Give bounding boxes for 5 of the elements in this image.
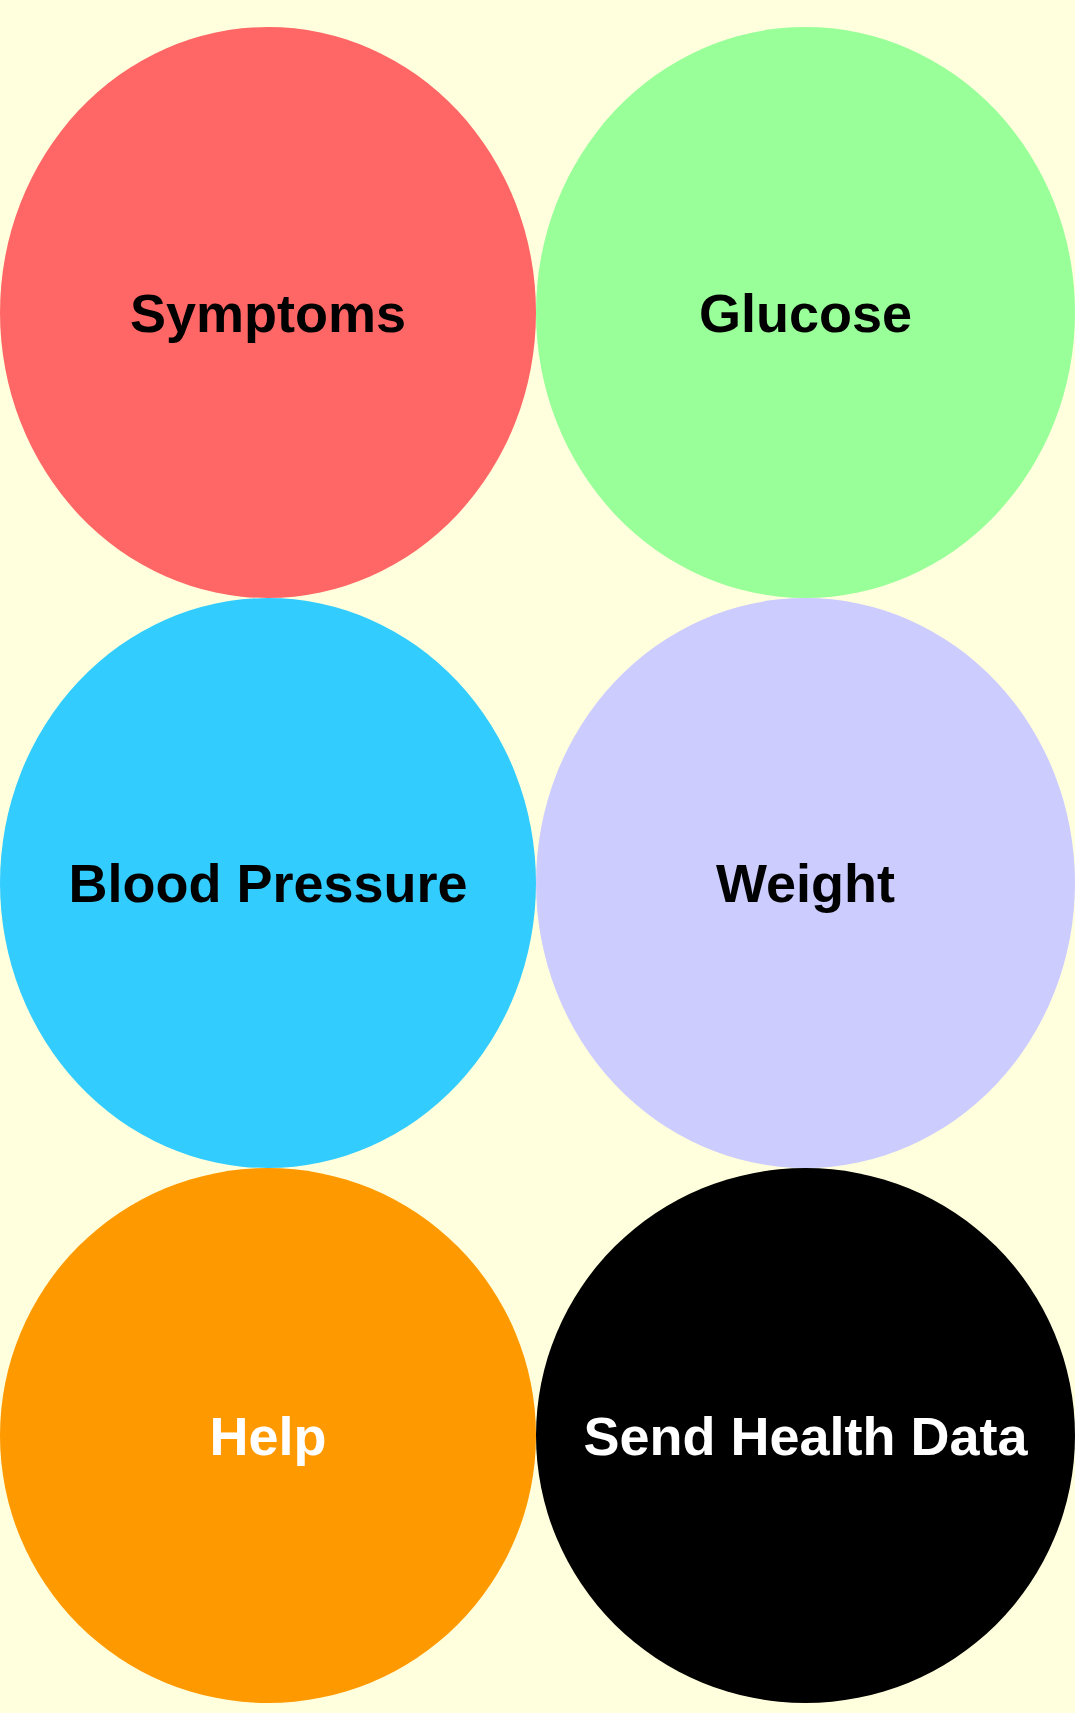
- category-button[interactable]: Symptoms: [0, 27, 536, 598]
- category-button[interactable]: Blood Pressure: [0, 598, 536, 1168]
- action-button[interactable]: Send Health Data: [536, 1168, 1075, 1703]
- category-button[interactable]: Weight: [536, 598, 1075, 1168]
- category-button[interactable]: Glucose: [536, 27, 1075, 598]
